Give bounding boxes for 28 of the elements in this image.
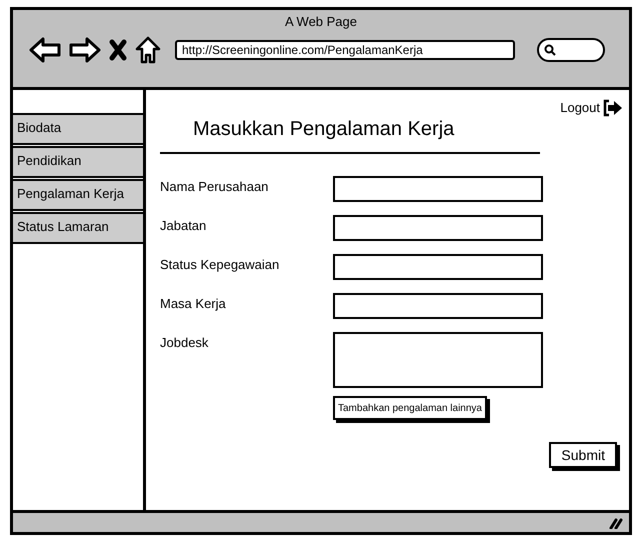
search-field[interactable] [537, 38, 605, 62]
sidebar-item[interactable]: Status Lamaran [13, 212, 143, 244]
input-field[interactable] [333, 214, 543, 240]
back-icon[interactable] [29, 37, 61, 63]
field-label: Jobdesk [160, 334, 210, 352]
search-icon [544, 44, 556, 56]
jobdesk-textarea[interactable] [333, 332, 543, 388]
window-title: A Web Page [284, 14, 358, 30]
sidebar-item[interactable]: Pengalaman Kerja [13, 179, 143, 211]
field-label: Status Kepegawaian [160, 256, 280, 274]
submit-button[interactable]: Submit [549, 442, 617, 468]
sidebar-item[interactable]: Pendidikan [13, 146, 143, 178]
close-icon[interactable] [109, 39, 127, 61]
resize-grip-icon[interactable] [609, 516, 623, 528]
field-label: Nama Perusahaan [160, 178, 270, 196]
address-field[interactable]: http://Screeningonline.com/PengalamanKerja [175, 40, 515, 60]
forward-icon[interactable] [69, 37, 101, 63]
input-field[interactable] [333, 254, 543, 280]
input-field[interactable] [333, 292, 543, 318]
field-label: Jabatan [160, 216, 208, 234]
add-experience-button[interactable]: Tambahkan pengalaman lainnya [333, 396, 487, 420]
sidebar-item[interactable]: Biodata [13, 113, 143, 145]
home-icon[interactable] [135, 36, 161, 64]
input-field[interactable] [333, 176, 543, 202]
field-label: Masa Kerja [160, 294, 227, 312]
form-title: Masukkan Pengalaman Kerja [193, 116, 456, 142]
logout-icon[interactable] [603, 98, 623, 117]
logout-link[interactable]: Logout [560, 98, 600, 118]
